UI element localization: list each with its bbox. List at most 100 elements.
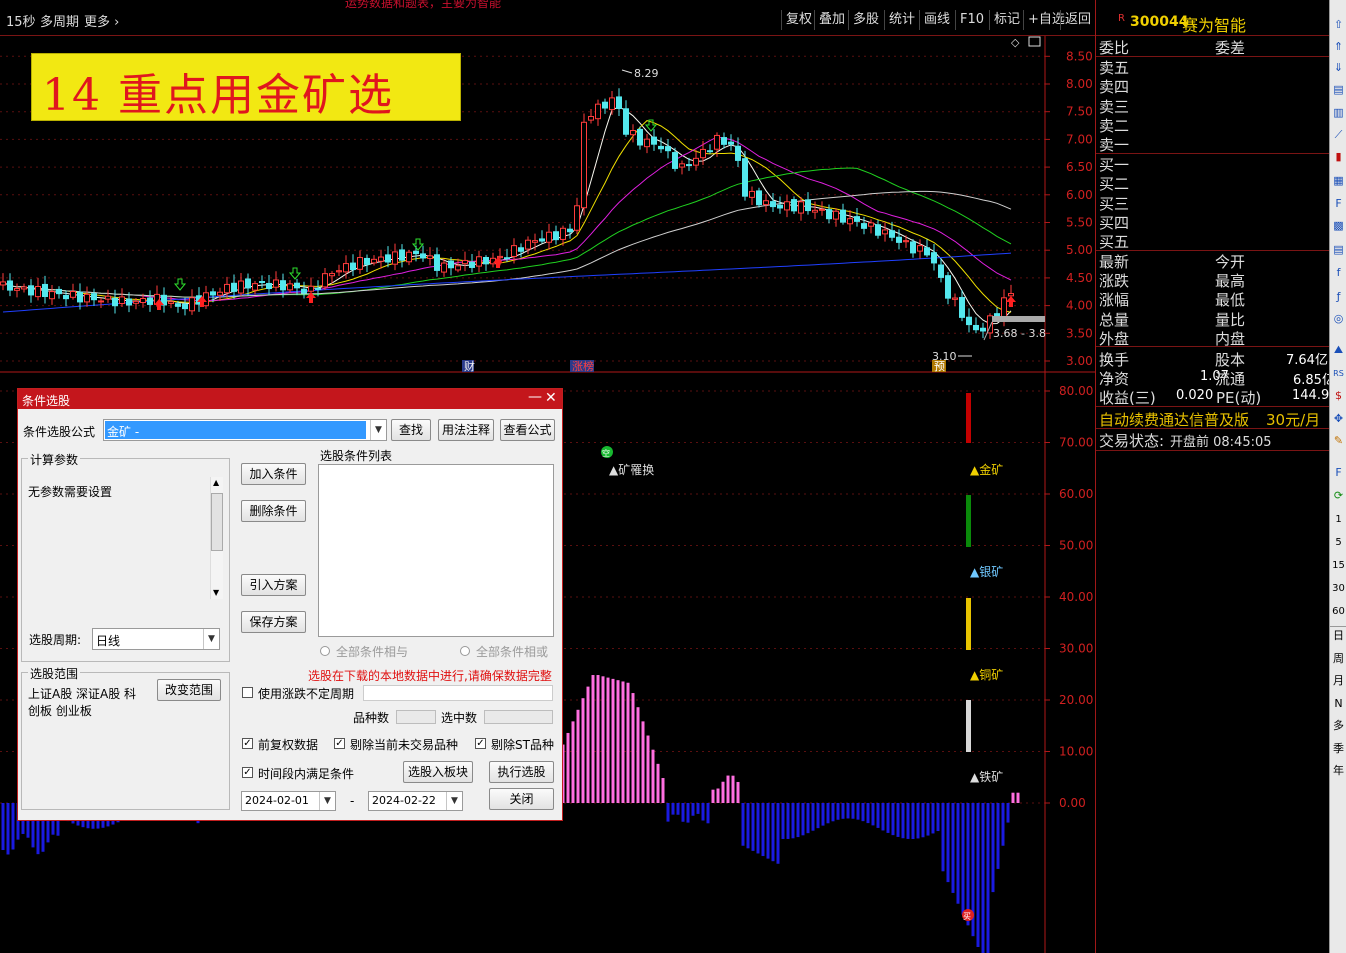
fx2-icon[interactable]: ƒ — [1332, 290, 1345, 303]
chevron-down-icon[interactable]: ▼ — [446, 792, 462, 810]
condition-list-label: 选股条件列表 — [320, 449, 393, 463]
grid-icon[interactable]: ▩ — [1332, 219, 1345, 232]
rss-icon[interactable]: RS — [1332, 367, 1345, 380]
period-tab[interactable]: 月 — [1332, 674, 1345, 687]
chevron-down-icon[interactable]: ▼ — [319, 792, 335, 810]
candle-body — [504, 257, 510, 260]
untraded-label: 剔除当前未交易品种 — [350, 738, 459, 752]
period-shortcut[interactable]: 15 — [1332, 559, 1345, 572]
unfixed-period-checkbox[interactable] — [242, 687, 253, 698]
up-arrow-icon[interactable]: ⇧ — [1332, 18, 1345, 31]
indicator-bar — [861, 803, 865, 822]
fq-checkbox[interactable]: ✓ — [242, 738, 253, 749]
period-checkbox[interactable]: ✓ — [242, 767, 253, 778]
change-range-button[interactable]: 改变范围 — [157, 679, 221, 701]
candle-body — [224, 283, 230, 294]
indicator-bar — [876, 803, 880, 828]
unfixed-period-input[interactable] — [363, 685, 553, 701]
f-icon[interactable]: F — [1332, 197, 1345, 210]
dollar-icon[interactable]: $ — [1332, 389, 1345, 402]
minimize-icon[interactable]: — — [528, 389, 542, 405]
period-shortcut[interactable]: 1 — [1332, 513, 1345, 526]
untraded-checkbox[interactable]: ✓ — [334, 738, 345, 749]
promo-price[interactable]: 30元/月 — [1266, 409, 1320, 430]
chevron-down-icon[interactable]: ▼ — [370, 420, 386, 440]
add-condition-button[interactable]: 加入条件 — [241, 463, 306, 485]
period-tab[interactable]: N — [1332, 697, 1345, 710]
pe-label: PE(动) — [1216, 389, 1262, 407]
st-checkbox[interactable]: ✓ — [475, 738, 486, 749]
more-button[interactable]: 更多 › — [84, 11, 119, 30]
run-select-button[interactable]: 执行选股 — [489, 761, 554, 783]
fuquan-button[interactable]: 复权 — [781, 10, 816, 30]
date-from[interactable]: 2024-02-01 ▼ — [241, 791, 336, 811]
jingzi-label: 净资 — [1099, 370, 1130, 388]
radio-and[interactable] — [320, 646, 330, 656]
table-icon[interactable]: ▦ — [1332, 174, 1345, 187]
period-tab[interactable]: 年 — [1332, 764, 1345, 777]
radio-or[interactable] — [460, 646, 470, 656]
doc-icon[interactable]: ▤ — [1332, 83, 1345, 96]
view-formula-button[interactable]: 查看公式 — [500, 419, 555, 441]
f10-button[interactable]: F10 — [955, 10, 988, 30]
period-selector[interactable]: 15秒 — [6, 11, 36, 30]
usage-button[interactable]: 用法注释 — [438, 419, 494, 441]
delete-condition-button[interactable]: 删除条件 — [241, 500, 306, 522]
chevron-down-icon[interactable]: ▼ — [203, 629, 219, 649]
find-button[interactable]: 查找 — [391, 419, 431, 441]
circle-icon[interactable]: ◎ — [1332, 312, 1345, 325]
st-label: 剔除ST品种 — [491, 738, 554, 752]
candle-body — [525, 239, 531, 250]
draw-line-button[interactable]: 画线 — [919, 10, 954, 30]
up-outline-icon[interactable]: ⇑ — [1332, 40, 1345, 53]
period-tab[interactable]: 周 — [1332, 652, 1345, 665]
period-tab[interactable]: 日 — [1332, 629, 1345, 642]
multi-stock-button[interactable]: 多股 — [848, 10, 883, 30]
multi-period-button[interactable]: 多周期 — [40, 11, 79, 30]
condition-list[interactable] — [318, 464, 554, 637]
indicator-bar — [701, 803, 705, 821]
formula-combo[interactable]: 金矿 - ▼ — [103, 419, 387, 441]
back-button[interactable]: 返回 — [1060, 10, 1095, 30]
banner-text: 14 重点用金矿选 — [42, 70, 394, 121]
indicator-axis-label: 30.00 — [1059, 642, 1093, 656]
params-scrollbar[interactable]: ▲ ▼ — [210, 477, 223, 599]
dialog-titlebar[interactable]: 条件选股 — ✕ — [18, 389, 562, 409]
mark-button[interactable]: 标记 — [989, 10, 1024, 30]
indicator-bar — [901, 803, 905, 839]
period-shortcut[interactable]: 60 — [1332, 605, 1345, 618]
period-tab[interactable]: 季 — [1332, 742, 1345, 755]
promo-text[interactable]: 自动续费通达信普及版 — [1099, 409, 1249, 430]
import-plan-button[interactable]: 引入方案 — [241, 574, 306, 596]
candle-body — [112, 297, 118, 307]
date-to[interactable]: 2024-02-22 ▼ — [368, 791, 463, 811]
ma60-line — [2, 190, 1012, 298]
indicator-bar — [626, 682, 630, 803]
list-icon[interactable]: ▤ — [1332, 243, 1345, 256]
f5-icon[interactable]: F — [1332, 466, 1345, 479]
refresh-icon[interactable]: ⟳ — [1332, 489, 1345, 502]
move-icon[interactable]: ✥ — [1332, 412, 1345, 425]
candle-icon[interactable]: ▮ — [1332, 150, 1345, 163]
overlay-button[interactable]: 叠加 — [814, 10, 849, 30]
doc2-icon[interactable]: ▥ — [1332, 106, 1345, 119]
period-tab[interactable]: 多 — [1332, 719, 1345, 732]
mountain-icon[interactable]: ⛰ — [1332, 343, 1345, 356]
fx-icon[interactable]: f — [1332, 266, 1345, 279]
indicator-bar — [911, 803, 915, 840]
candle-body — [119, 296, 125, 305]
to-block-button[interactable]: 选股入板块 — [403, 761, 473, 783]
down-outline-icon[interactable]: ⇓ — [1332, 61, 1345, 74]
pencil-icon[interactable]: ✎ — [1332, 434, 1345, 447]
line-chart-icon[interactable]: ⟋ — [1332, 128, 1345, 141]
period-combo[interactable]: 日线 ▼ — [92, 628, 220, 650]
close-button[interactable]: 关闭 — [489, 788, 554, 810]
close-icon[interactable]: ✕ — [545, 390, 557, 406]
period-shortcut[interactable]: 30 — [1332, 582, 1345, 595]
candle-body — [637, 128, 643, 146]
save-plan-button[interactable]: 保存方案 — [241, 611, 306, 633]
stats-button[interactable]: 统计 — [884, 10, 919, 30]
candle-body — [980, 327, 986, 332]
period-shortcut[interactable]: 5 — [1332, 536, 1345, 549]
price-axis-label: 5.50 — [1066, 216, 1093, 230]
